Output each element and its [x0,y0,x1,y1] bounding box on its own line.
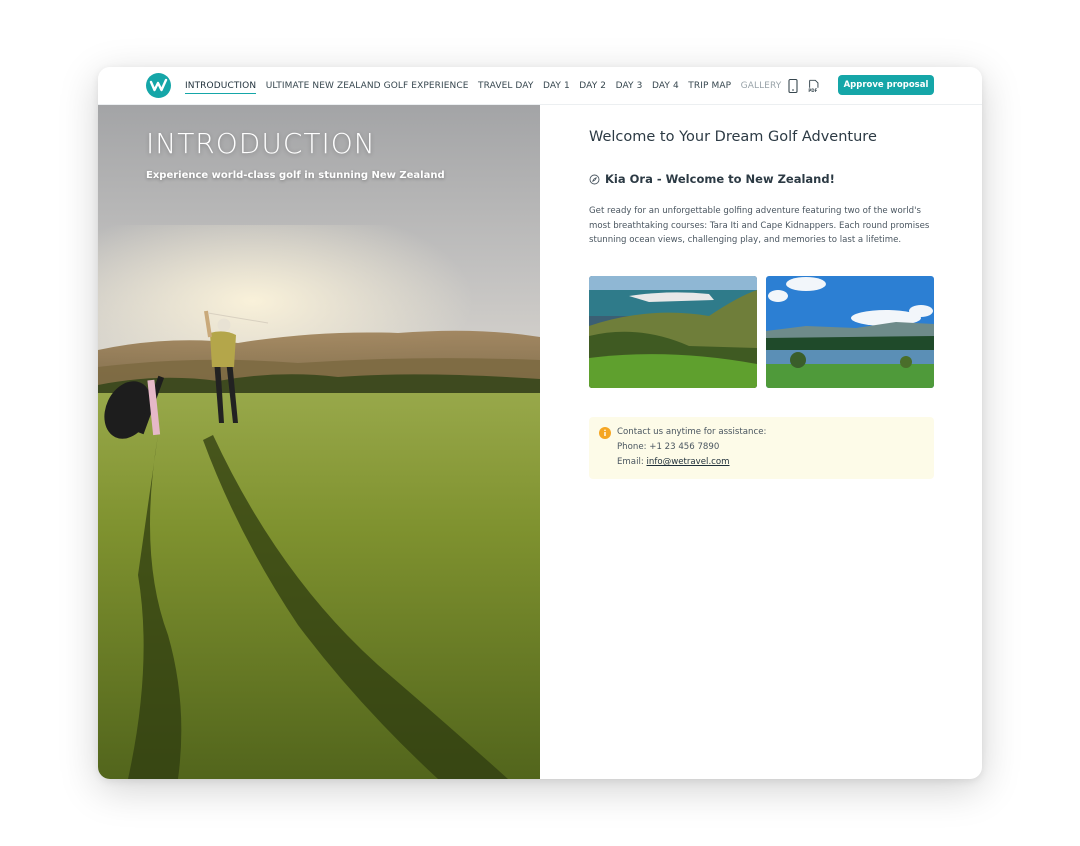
welcome-heading: Welcome to Your Dream Golf Adventure [589,129,877,145]
mobile-icon[interactable] [786,78,800,94]
nav-trip-map[interactable]: TRIP MAP [688,67,731,105]
contact-intro: Contact us anytime for assistance: [617,427,767,437]
top-nav: INTRODUCTION ULTIMATE NEW ZEALAND GOLF E… [98,67,982,105]
approve-proposal-button[interactable]: Approve proposal [838,75,934,95]
email-link[interactable]: info@wetravel.com [646,457,729,467]
lake-course-photo [766,276,934,388]
nav-day-2[interactable]: DAY 2 [579,67,606,105]
contact-box: Contact us anytime for assistance: Phone… [589,417,934,479]
nav-gallery[interactable]: GALLERY [741,67,782,105]
compass-icon [589,174,600,184]
email-label: Email: [617,457,647,467]
nav-introduction[interactable]: INTRODUCTION [185,67,257,105]
wetravel-logo[interactable] [146,73,171,98]
info-icon [599,427,611,439]
nav-ultimate-nz-golf[interactable]: ULTIMATE NEW ZEALAND GOLF EXPERIENCE [266,67,469,105]
contact-email-row: Email: info@wetravel.com [617,457,730,467]
proposal-window: INTRODUCTION ULTIMATE NEW ZEALAND GOLF E… [98,67,982,779]
nav-day-3[interactable]: DAY 3 [616,67,643,105]
pdf-icon-label: PDF [808,88,817,93]
intro-paragraph: Get ready for an unforgettable golfing a… [589,206,930,246]
coastal-course-photo [589,276,757,388]
hero-section: INTRODUCTION Experience world-class golf… [98,105,540,779]
kia-ora-subheading: Kia Ora - Welcome to New Zealand! [605,172,835,186]
golf-hero-image [98,105,540,779]
pdf-icon[interactable]: PDF [807,78,821,94]
hero-subtitle: Experience world-class golf in stunning … [146,170,445,181]
hero-title: INTRODUCTION [146,127,376,160]
nav-day-1[interactable]: DAY 1 [543,67,570,105]
nav-travel-day[interactable]: TRAVEL DAY [478,67,533,105]
nav-day-4[interactable]: DAY 4 [652,67,679,105]
contact-phone: Phone: +1 23 456 7890 [617,442,720,452]
